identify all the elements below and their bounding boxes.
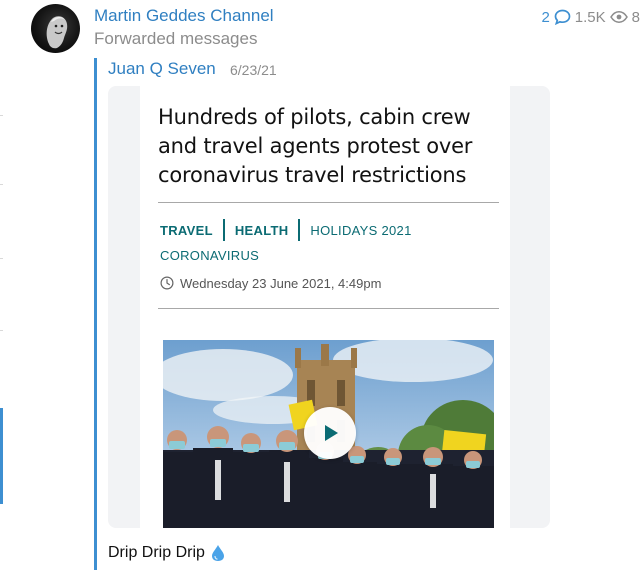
clock-icon (160, 276, 174, 290)
tag-separator (298, 219, 301, 241)
article-tags: TRAVEL HEALTH HOLIDAYS 2021 (160, 219, 412, 241)
play-button[interactable] (304, 407, 356, 459)
droplet-icon (211, 544, 225, 562)
caption-text: Drip Drip Drip (108, 544, 205, 561)
article-published: Wednesday 23 June 2021, 4:49pm (180, 275, 382, 291)
article-dateline: Wednesday 23 June 2021, 4:49pm (160, 274, 381, 292)
post-stats: 2 1.5K 8 (541, 7, 640, 27)
headline-line: Hundreds of pilots, cabin crew (158, 105, 471, 129)
play-icon (325, 425, 338, 441)
left-edge-markers (0, 0, 4, 570)
original-author[interactable]: Juan Q Seven (108, 59, 216, 79)
post-caption: Drip Drip Drip (108, 544, 225, 562)
eye-icon (609, 11, 628, 23)
comment-bubble-icon[interactable] (554, 9, 571, 25)
reply-count[interactable]: 2 (541, 9, 549, 26)
divider (158, 308, 499, 309)
tag-travel: TRAVEL (160, 222, 213, 238)
view-count: 1.5K (574, 8, 606, 26)
divider (158, 202, 499, 203)
tag-holidays: HOLIDAYS 2021 (310, 222, 412, 238)
forward-bar (94, 58, 97, 570)
tag-coronavirus: CORONAVIRUS (160, 248, 260, 263)
stats-extra: 8 (631, 8, 640, 26)
article-headline: Hundreds of pilots, cabin crew and trave… (158, 103, 498, 190)
headline-line: and travel agents protest over (158, 134, 473, 158)
tag-health: HEALTH (234, 222, 289, 238)
tag-separator (222, 219, 225, 241)
forwarded-label: Forwarded messages (94, 29, 258, 48)
headline-line: coronavirus travel restrictions (158, 163, 467, 187)
original-date: 6/23/21 (230, 62, 277, 78)
channel-name[interactable]: Martin Geddes Channel (94, 6, 274, 26)
channel-avatar[interactable] (31, 4, 80, 53)
scroll-indicator[interactable] (0, 408, 3, 504)
